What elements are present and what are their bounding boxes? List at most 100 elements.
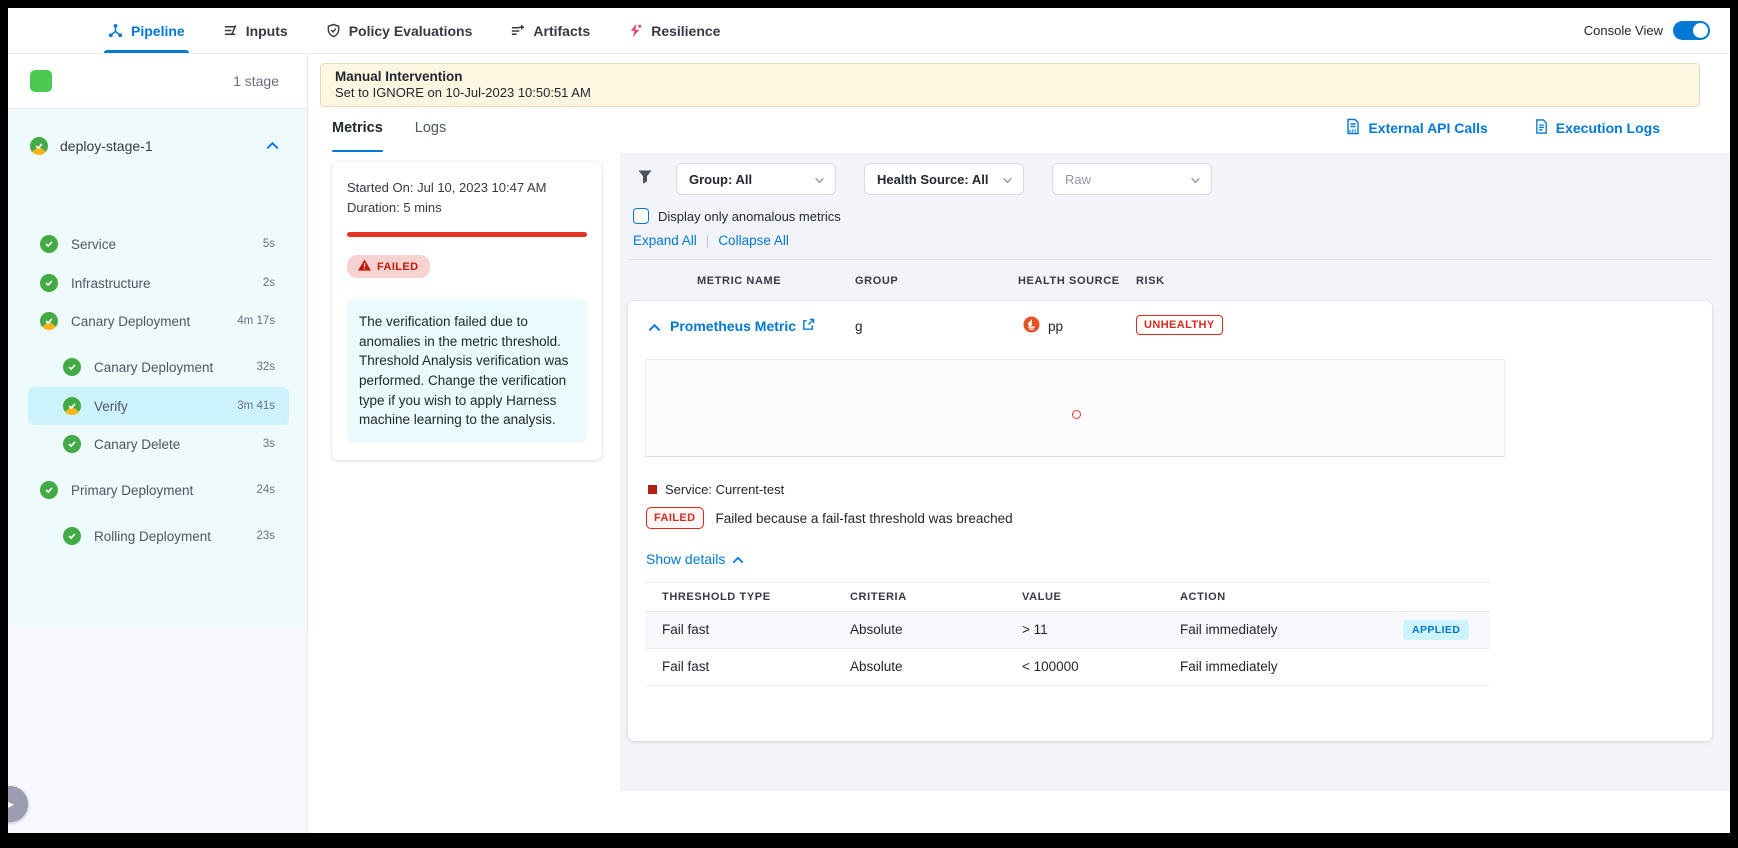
chevron-right-icon: ▸: [8, 794, 14, 814]
anomalous-metrics-label: Display only anomalous metrics: [658, 209, 841, 224]
group-filter-value: Group: All: [689, 172, 752, 187]
expand-sidebar-button[interactable]: ▸: [8, 786, 28, 822]
status-badge: FAILED: [347, 255, 430, 278]
step-duration: 32s: [256, 361, 275, 373]
raw-filter-dropdown[interactable]: Raw: [1052, 163, 1212, 195]
resilience-icon: [628, 23, 643, 38]
tab-artifacts[interactable]: Artifacts: [510, 8, 590, 53]
stage-status-square-icon: [30, 70, 52, 92]
separator: |: [706, 233, 710, 248]
col-threshold-type: THRESHOLD TYPE: [662, 591, 771, 603]
warning-success-icon: [63, 397, 81, 415]
raw-filter-placeholder: Raw: [1065, 172, 1091, 187]
fail-reason-row: FAILED Failed because a fail-fast thresh…: [646, 507, 1013, 529]
success-icon: [40, 274, 58, 292]
col-action: ACTION: [1180, 591, 1226, 603]
action-cell: Fail immediately: [1180, 622, 1278, 637]
col-metric-name: METRIC NAME: [697, 275, 781, 287]
chevron-up-icon[interactable]: [266, 137, 279, 155]
step-duration: 3s: [263, 438, 275, 450]
started-on: Started On: Jul 10, 2023 10:47 AM: [347, 178, 587, 198]
legend-label: Service: Current-test: [665, 482, 784, 497]
stage-tree: deploy-stage-1 Service 5s Infrastructure…: [8, 109, 307, 626]
metric-health-source: pp: [1023, 316, 1063, 336]
failed-progress-bar: [347, 232, 587, 237]
step-row-service[interactable]: Service 5s: [28, 225, 289, 263]
tab-pipeline-label: Pipeline: [131, 23, 185, 39]
chevron-up-icon: [732, 551, 744, 567]
chevron-down-icon: [1002, 172, 1013, 187]
health-source-value: pp: [1048, 319, 1063, 334]
col-group: GROUP: [855, 275, 898, 287]
tab-metrics[interactable]: Metrics: [332, 114, 383, 152]
step-duration: 4m 17s: [237, 315, 275, 327]
show-details-label: Show details: [646, 551, 725, 567]
filter-funnel-icon: [637, 169, 653, 190]
step-duration: 24s: [256, 484, 275, 496]
filter-row: Group: All Health Source: All Raw: [620, 163, 1212, 195]
console-view-control: Console View: [1584, 21, 1710, 40]
step-row-primary-deployment[interactable]: Primary Deployment 24s: [28, 471, 289, 509]
app-window: Pipeline Inputs Policy Evaluations Artif…: [8, 8, 1730, 833]
health-source-filter-dropdown[interactable]: Health Source: All: [864, 163, 1024, 195]
expand-all-link[interactable]: Expand All: [633, 233, 697, 248]
tab-inputs[interactable]: Inputs: [223, 8, 288, 53]
group-filter-dropdown[interactable]: Group: All: [676, 163, 836, 195]
criteria-cell: Absolute: [850, 659, 903, 674]
metric-chart: [645, 359, 1505, 457]
console-view-toggle[interactable]: [1673, 21, 1710, 40]
success-icon: [40, 235, 58, 253]
chevron-down-icon: [814, 172, 825, 187]
verification-message: The verification failed due to anomalies…: [347, 300, 587, 441]
tab-resilience[interactable]: Resilience: [628, 8, 720, 53]
tab-policy-evaluations-label: Policy Evaluations: [349, 23, 473, 39]
failed-badge: FAILED: [646, 507, 704, 529]
value-cell: > 11: [1022, 622, 1048, 637]
duration: Duration: 5 mins: [347, 198, 587, 218]
stage-row-deploy-stage-1[interactable]: deploy-stage-1: [8, 126, 307, 166]
chart-legend: Service: Current-test: [648, 482, 784, 497]
metrics-table-header: METRIC NAME GROUP HEALTH SOURCE RISK: [620, 275, 1730, 293]
metric-name-text: Prometheus Metric: [670, 318, 796, 334]
step-row-infrastructure[interactable]: Infrastructure 2s: [28, 264, 289, 302]
step-row-verify[interactable]: Verify 3m 41s: [28, 387, 289, 425]
fail-reason-message: Failed because a fail-fast threshold was…: [716, 511, 1013, 526]
anomalous-data-point: [1072, 410, 1081, 419]
top-nav-tabs: Pipeline Inputs Policy Evaluations Artif…: [108, 8, 720, 53]
metric-name-link[interactable]: Prometheus Metric: [670, 318, 815, 334]
metrics-panel: Group: All Health Source: All Raw Displa…: [620, 153, 1730, 791]
metric-group-value: g: [855, 319, 863, 334]
divider: [628, 259, 1712, 260]
tab-inputs-label: Inputs: [246, 23, 288, 39]
step-row-canary-deployment[interactable]: Canary Deployment 4m 17s: [28, 302, 289, 340]
success-icon: [40, 481, 58, 499]
prometheus-icon: [1023, 316, 1040, 336]
collapse-metric-chevron-up-icon[interactable]: [648, 319, 661, 337]
pipeline-icon: [108, 23, 123, 38]
shield-check-icon: [326, 23, 341, 38]
success-icon: [63, 358, 81, 376]
show-details-link[interactable]: Show details: [646, 551, 744, 567]
external-link-icon: [802, 318, 815, 334]
table-row: Fail fast Absolute < 100000 Fail immedia…: [645, 649, 1490, 686]
anomalous-metrics-checkbox[interactable]: [633, 208, 649, 224]
step-row-rolling-deployment[interactable]: Rolling Deployment 23s: [28, 517, 289, 555]
col-criteria: CRITERIA: [850, 591, 907, 603]
step-duration: 3m 41s: [237, 400, 275, 412]
step-row-canary-delete[interactable]: Canary Delete 3s: [28, 425, 289, 463]
content-tabs: Metrics Logs: [332, 114, 446, 152]
verification-summary-card: Started On: Jul 10, 2023 10:47 AM Durati…: [332, 162, 602, 460]
tab-pipeline[interactable]: Pipeline: [108, 8, 185, 53]
metric-row: Prometheus Metric g pp UNHEALTHY: [628, 301, 1712, 353]
execution-logs-label: Execution Logs: [1556, 120, 1660, 136]
step-row-canary-deployment-child[interactable]: Canary Deployment 32s: [28, 348, 289, 386]
execution-logs-link[interactable]: Execution Logs: [1534, 118, 1660, 138]
col-risk: RISK: [1136, 275, 1165, 287]
threshold-type-cell: Fail fast: [662, 622, 709, 637]
tab-policy-evaluations[interactable]: Policy Evaluations: [326, 8, 473, 53]
external-api-calls-link[interactable]: API External API Calls: [1345, 118, 1487, 138]
tab-logs[interactable]: Logs: [415, 114, 446, 152]
external-api-calls-label: External API Calls: [1368, 120, 1487, 136]
stage-count: 1 stage: [233, 73, 279, 89]
collapse-all-link[interactable]: Collapse All: [718, 233, 789, 248]
